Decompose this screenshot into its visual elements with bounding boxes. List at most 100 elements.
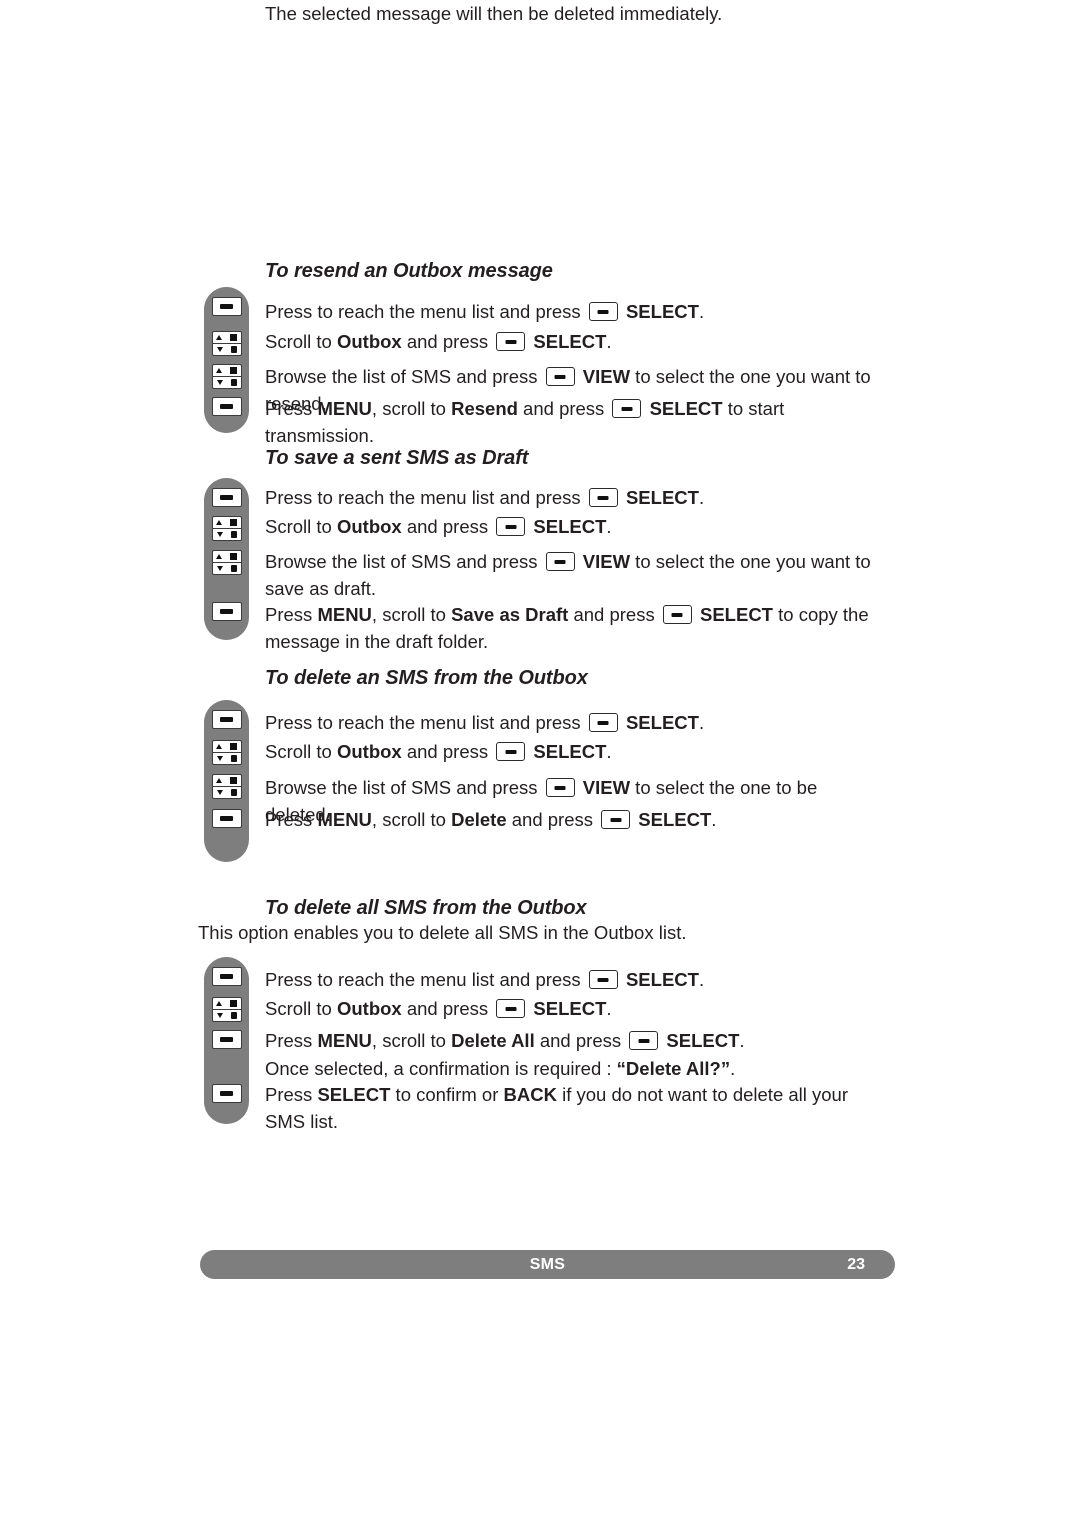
instruction-text: , scroll to: [371, 604, 452, 625]
softkey-icon[interactable]: [629, 1031, 659, 1050]
arrow-down-icon: [216, 380, 223, 385]
emphasised-command-label: SELECT: [528, 331, 607, 352]
scroll-updown-key-icon[interactable]: [211, 740, 242, 765]
softkey-icon[interactable]: [211, 397, 242, 416]
scroll-updown-key-icon[interactable]: [211, 331, 242, 356]
arrow-up-icon: [216, 554, 223, 559]
scroll-down-row[interactable]: [213, 787, 241, 798]
instruction-text: Once selected, a confirmation is require…: [265, 1058, 617, 1079]
scroll-down-row[interactable]: [213, 753, 241, 764]
arrow-down-icon: [216, 532, 223, 537]
key-marker-icon: [229, 1000, 237, 1007]
emphasised-command-label: VIEW: [577, 777, 631, 798]
keypad-key-column: [204, 700, 249, 862]
emphasised-command-label: MENU: [317, 604, 372, 625]
arrow-down-icon: [216, 790, 223, 795]
scroll-up-row[interactable]: [212, 998, 241, 1010]
softkey-icon[interactable]: [211, 809, 242, 828]
scroll-up-row[interactable]: [212, 741, 241, 753]
scroll-up-row[interactable]: [212, 517, 241, 529]
softkey-icon[interactable]: [211, 488, 242, 507]
softkey-icon[interactable]: [211, 1030, 242, 1049]
scroll-up-row[interactable]: [212, 551, 241, 563]
instruction-text: Browse the list of SMS and press: [265, 551, 543, 572]
arrow-down-icon: [216, 1013, 223, 1018]
softkey-icon[interactable]: [211, 967, 242, 986]
instruction-step: Press to reach the menu list and press S…: [265, 484, 885, 511]
scroll-updown-key-icon[interactable]: [211, 774, 242, 799]
instruction-step: Press to reach the menu list and press S…: [265, 298, 885, 325]
softkey-icon[interactable]: [496, 332, 526, 351]
emphasised-command-label: SELECT: [620, 712, 699, 733]
scroll-updown-key-icon[interactable]: [211, 516, 242, 541]
emphasised-command-label: “Delete All?”: [616, 1058, 731, 1079]
instruction-text: Browse the list of SMS and press: [265, 777, 543, 798]
softkey-dash-glyph: [220, 495, 233, 500]
softkey-icon[interactable]: [211, 297, 242, 316]
instruction-text: Press to reach the menu list and press: [265, 712, 586, 733]
key-marker-icon: [229, 519, 237, 526]
scroll-up-row[interactable]: [212, 332, 241, 344]
key-marker-icon: [230, 531, 237, 538]
key-marker-icon: [229, 553, 237, 560]
softkey-icon[interactable]: [588, 713, 618, 732]
instruction-step: Press to reach the menu list and press S…: [265, 709, 885, 736]
instruction-text: .: [606, 998, 612, 1019]
arrow-down-icon: [216, 756, 223, 761]
softkey-icon[interactable]: [588, 970, 618, 989]
scroll-up-row[interactable]: [212, 775, 241, 787]
instruction-text: Press: [265, 398, 318, 419]
softkey-dash-glyph: [220, 717, 233, 722]
scroll-updown-key-icon[interactable]: [211, 364, 242, 389]
scroll-up-row[interactable]: [212, 365, 241, 377]
softkey-icon[interactable]: [211, 602, 242, 621]
scroll-down-row[interactable]: [213, 1010, 241, 1021]
instruction-text: and press: [401, 998, 494, 1019]
scroll-down-row[interactable]: [213, 377, 241, 388]
softkey-icon[interactable]: [545, 552, 575, 571]
softkey-icon[interactable]: [612, 399, 642, 418]
softkey-icon[interactable]: [496, 999, 526, 1018]
softkey-icon[interactable]: [601, 810, 631, 829]
emphasised-command-label: SELECT: [528, 998, 607, 1019]
instruction-text: and press: [401, 741, 494, 762]
softkey-icon[interactable]: [496, 742, 526, 761]
instruction-text: and press: [517, 398, 610, 419]
key-marker-icon: [230, 346, 237, 353]
arrow-up-icon: [216, 520, 223, 525]
softkey-icon[interactable]: [545, 778, 575, 797]
softkey-icon[interactable]: [588, 488, 618, 507]
softkey-icon[interactable]: [211, 1084, 242, 1103]
instruction-step: Press MENU, scroll to Delete and press S…: [265, 806, 885, 833]
arrow-down-icon: [216, 566, 223, 571]
manual-page: To resend an Outbox message Press to reac…: [0, 0, 1080, 1528]
emphasised-command-label: SELECT: [317, 1084, 391, 1105]
scroll-down-row[interactable]: [213, 344, 241, 355]
key-marker-icon: [229, 334, 237, 341]
scroll-down-row[interactable]: [213, 529, 241, 540]
softkey-icon[interactable]: [545, 367, 575, 386]
scroll-down-row[interactable]: [213, 563, 241, 574]
softkey-icon[interactable]: [496, 517, 526, 536]
softkey-icon[interactable]: [662, 605, 692, 624]
key-marker-icon: [229, 777, 237, 784]
instruction-step: Scroll to Outbox and press SELECT.: [265, 513, 885, 540]
scroll-updown-key-icon[interactable]: [211, 997, 242, 1022]
key-marker-icon: [230, 1012, 237, 1019]
footer-page-number: 23: [847, 1255, 865, 1273]
emphasised-command-label: SELECT: [528, 741, 607, 762]
arrow-up-icon: [216, 744, 223, 749]
softkey-icon[interactable]: [211, 710, 242, 729]
scroll-updown-key-icon[interactable]: [211, 550, 242, 575]
instruction-text: .: [711, 809, 717, 830]
emphasised-command-label: Delete: [451, 809, 507, 830]
emphasised-command-label: VIEW: [577, 366, 631, 387]
section-heading: To save a sent SMS as Draft: [265, 447, 529, 469]
key-marker-icon: [230, 755, 237, 762]
softkey-icon[interactable]: [588, 302, 618, 321]
instruction-step: Scroll to Outbox and press SELECT.: [265, 738, 885, 765]
key-marker-icon: [230, 565, 237, 572]
softkey-dash-glyph: [220, 609, 233, 614]
emphasised-command-label: SELECT: [620, 301, 699, 322]
instruction-text: Press: [265, 809, 318, 830]
